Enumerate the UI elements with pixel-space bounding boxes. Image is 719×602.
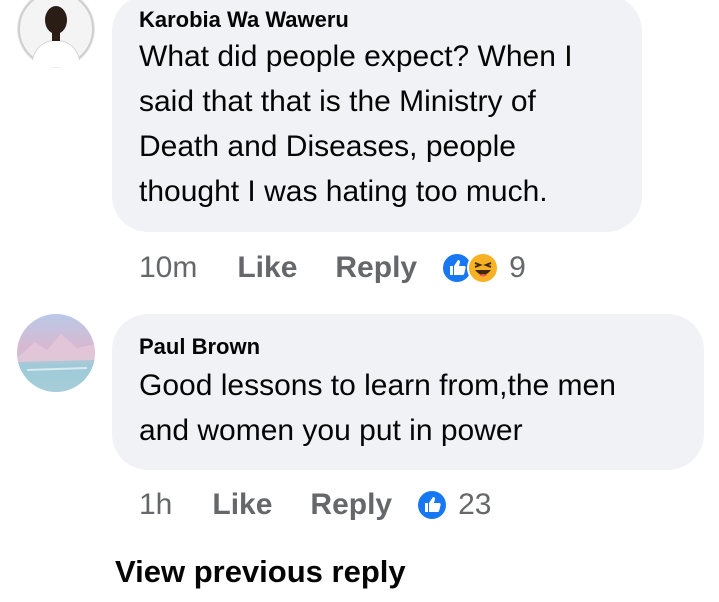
haha-reaction-icon — [467, 252, 500, 284]
reaction-summary[interactable]: 9 — [441, 251, 526, 285]
reaction-summary[interactable]: 23 — [416, 488, 491, 522]
comment-actions: 1h Like Reply 23 — [139, 485, 491, 525]
comment-bubble: Karobia Wa Waweru What did people expect… — [112, 0, 642, 232]
avatar[interactable] — [17, 314, 95, 392]
comment-actions: 10m Like Reply 9 — [139, 248, 526, 288]
comment-timestamp[interactable]: 10m — [139, 251, 197, 285]
comment-timestamp[interactable]: 1h — [139, 488, 172, 522]
comment-text: Good lessons to learn from,the men and w… — [139, 369, 616, 447]
avatar-landscape-icon — [17, 314, 95, 392]
reply-button[interactable]: Reply — [310, 488, 392, 522]
comment-author[interactable]: Paul Brown — [139, 335, 704, 359]
reaction-count: 23 — [458, 488, 492, 521]
like-reaction-icon — [416, 489, 449, 521]
avatar-photo-icon — [17, 0, 95, 68]
like-button[interactable]: Like — [237, 251, 297, 285]
comment-text: What did people expect? When I said that… — [139, 40, 573, 208]
avatar[interactable] — [17, 0, 95, 68]
reaction-count: 9 — [509, 251, 526, 284]
reply-button[interactable]: Reply — [335, 251, 417, 285]
view-previous-reply-link[interactable]: View previous reply — [115, 554, 406, 590]
like-button[interactable]: Like — [212, 488, 272, 522]
comment-author[interactable]: Karobia Wa Waweru — [139, 8, 642, 32]
comment-bubble: Paul Brown Good lessons to learn from,th… — [112, 314, 704, 470]
